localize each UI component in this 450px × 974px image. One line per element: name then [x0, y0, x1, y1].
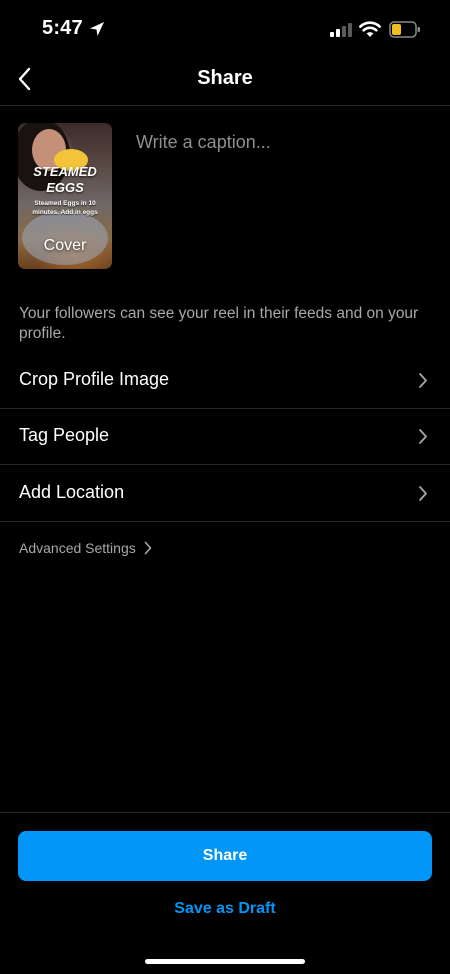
crop-profile-image-row[interactable]: Crop Profile Image — [0, 353, 450, 409]
followers-info-text: Your followers can see your reel in thei… — [19, 305, 419, 342]
wifi-icon — [359, 21, 381, 37]
divider — [0, 464, 450, 465]
battery-icon — [389, 21, 420, 38]
status-time: 5:47 — [42, 17, 83, 39]
divider — [0, 521, 450, 522]
save-as-draft-button[interactable]: Save as Draft — [0, 900, 450, 918]
row-label: Crop Profile Image — [19, 369, 170, 389]
status-bar: 5:47 — [0, 0, 450, 60]
cover-subtitle: Steamed Eggs in 10 minutes. Add in eggs — [32, 200, 98, 216]
cover-label: Cover — [43, 237, 87, 254]
tag-people-row[interactable]: Tag People — [0, 409, 450, 465]
add-location-row[interactable]: Add Location — [0, 466, 450, 522]
page-title: Share — [197, 67, 253, 89]
advanced-settings-link[interactable]: Advanced Settings — [19, 538, 152, 558]
location-arrow-icon — [90, 22, 104, 36]
caption-input[interactable] — [136, 132, 426, 153]
home-indicator — [145, 959, 305, 964]
cellular-signal-icon — [330, 23, 352, 37]
chevron-right-icon — [419, 373, 427, 388]
row-label: Tag People — [19, 425, 110, 445]
divider — [0, 812, 450, 813]
advanced-settings-label: Advanced Settings — [19, 540, 136, 556]
chevron-right-icon — [419, 486, 427, 501]
chevron-right-icon — [144, 541, 152, 555]
cover-title: STEAMED EGGS — [33, 164, 97, 195]
cover-thumbnail[interactable]: STEAMED EGGS Steamed Eggs in 10 minutes.… — [18, 123, 112, 269]
nav-header: Share — [0, 55, 450, 106]
share-button[interactable]: Share — [18, 831, 432, 881]
chevron-right-icon — [419, 429, 427, 444]
row-label: Add Location — [19, 482, 125, 502]
